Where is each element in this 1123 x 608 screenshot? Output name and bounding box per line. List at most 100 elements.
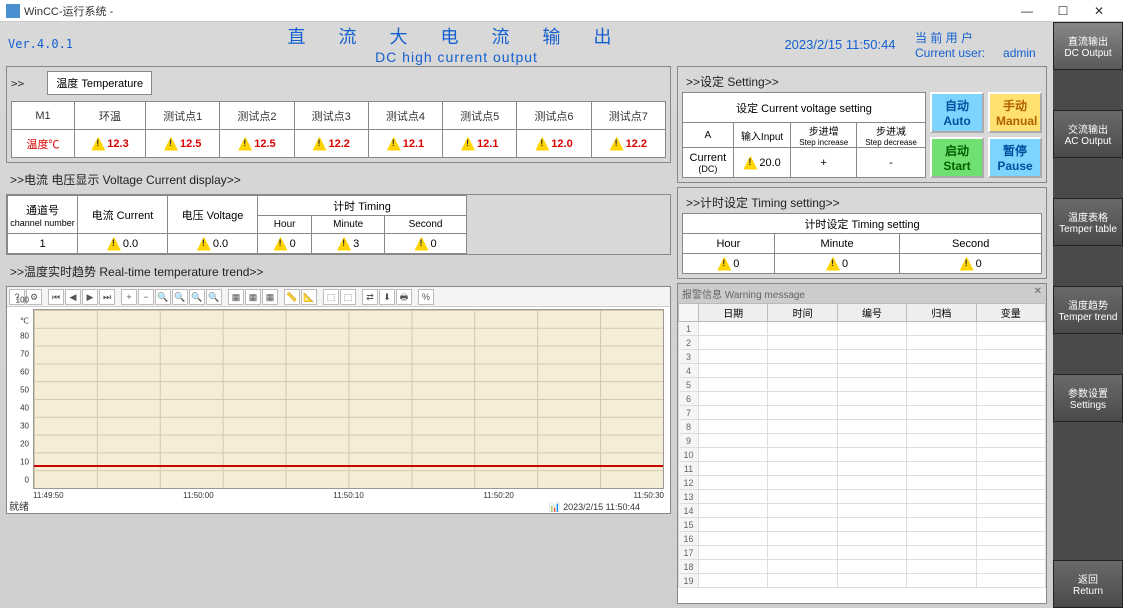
version-label: Ver.4.0.1 (8, 37, 148, 51)
percent-icon[interactable]: % (418, 289, 434, 305)
table-row[interactable]: 16 (679, 532, 1046, 546)
temp-value: 12.2 (294, 130, 368, 158)
temperature-panel: >> 温度 Temperature M1环温测试点1测试点2测试点3测试点4测试… (6, 66, 671, 163)
table-row[interactable]: 1 (679, 322, 1046, 336)
table-row[interactable]: 15 (679, 518, 1046, 532)
current-input[interactable]: 20.0 (733, 148, 791, 178)
warning-icon (387, 137, 401, 151)
zoom-icon[interactable]: 🔍 (172, 289, 188, 305)
warning-icon (274, 237, 288, 251)
config-icon[interactable]: ⬚ (323, 289, 339, 305)
table-row[interactable]: 11 (679, 462, 1046, 476)
warning-panel: 报警信息 Warning message✕ 日期时间编号归档变量 1234567… (677, 283, 1047, 604)
sidebar-item-ac-output[interactable]: 交流输出AC Output (1053, 110, 1123, 158)
table-row[interactable]: 10 (679, 448, 1046, 462)
grid-icon[interactable]: ▦ (228, 289, 244, 305)
setting-table: 设定 Current voltage setting A 输入Input 步进增… (682, 92, 926, 178)
sidebar-item-settings[interactable]: 参数设置Settings (1053, 374, 1123, 422)
next-icon[interactable]: ▶ (82, 289, 98, 305)
warning-table: 日期时间编号归档变量 12345678910111213141516171819 (678, 303, 1046, 588)
warning-icon (337, 237, 351, 251)
table-row[interactable]: 13 (679, 490, 1046, 504)
app-icon (6, 4, 20, 18)
sidebar-item-return[interactable]: 返回Return (1053, 560, 1123, 608)
table-row[interactable]: 17 (679, 546, 1046, 560)
prev-icon[interactable]: ◀ (65, 289, 81, 305)
step-increase-button[interactable]: + (791, 148, 857, 178)
temp-value: 12.0 (517, 130, 591, 158)
current-value: 0.0 (78, 234, 168, 254)
last-icon[interactable]: ⏭ (99, 289, 115, 305)
zoomout-icon[interactable]: − (138, 289, 154, 305)
table-row[interactable]: 9 (679, 434, 1046, 448)
maximize-button[interactable]: ☐ (1045, 1, 1081, 21)
table-row[interactable]: 19 (679, 574, 1046, 588)
first-icon[interactable]: ⏮ (48, 289, 64, 305)
manual-button[interactable]: 手动Manual (988, 92, 1042, 133)
warning-icon (960, 257, 974, 271)
voltage-value: 0.0 (168, 234, 258, 254)
grid-icon[interactable]: ▦ (262, 289, 278, 305)
temperature-table: M1环温测试点1测试点2测试点3测试点4测试点5测试点6测试点7 温度℃12.3… (11, 101, 666, 158)
warning-icon (313, 137, 327, 151)
table-row[interactable]: 14 (679, 504, 1046, 518)
temp-value: 12.3 (74, 130, 145, 158)
sidebar-item-temper-trend[interactable]: 温度趋势Temper trend (1053, 286, 1123, 334)
timing-panel: >>计时设定 Timing setting>> 计时设定 Timing sett… (677, 187, 1047, 279)
link-icon[interactable]: ⇄ (362, 289, 378, 305)
config-icon[interactable]: ⬚ (340, 289, 356, 305)
table-row[interactable]: 2 (679, 336, 1046, 350)
channel-value: 1 (8, 234, 78, 254)
table-row[interactable]: 5 (679, 378, 1046, 392)
minimize-button[interactable]: — (1009, 1, 1045, 21)
table-row[interactable]: 18 (679, 560, 1046, 574)
timing-minute[interactable]: 0 (774, 254, 900, 274)
table-row[interactable]: 3 (679, 350, 1046, 364)
step-decrease-button[interactable]: - (857, 148, 926, 178)
table-row[interactable]: 6 (679, 392, 1046, 406)
sidebar-item-dc-output[interactable]: 直流输出DC Output (1053, 22, 1123, 70)
zoom-icon[interactable]: 🔍 (206, 289, 222, 305)
grid-icon[interactable]: ▦ (245, 289, 261, 305)
zoom-icon[interactable]: 🔍 (155, 289, 171, 305)
warning-icon (826, 257, 840, 271)
tab-temperature[interactable]: 温度 Temperature (47, 71, 152, 95)
chart-toolbar: ? ⚙ ⏮ ◀ ▶ ⏭ + − 🔍 🔍 🔍 🔍 ▦ ▦ (7, 287, 670, 307)
trend-title: >>温度实时趋势 Real-time temperature trend>> (6, 259, 671, 282)
table-row[interactable]: 8 (679, 420, 1046, 434)
timing-second[interactable]: 0 (900, 254, 1042, 274)
timing-hour[interactable]: 0 (683, 254, 775, 274)
titlebar: WinCC-运行系统 - — ☐ ✕ (0, 0, 1123, 22)
table-row[interactable]: 7 (679, 406, 1046, 420)
table-row[interactable]: 4 (679, 364, 1046, 378)
warning-icon (743, 156, 757, 170)
setting-panel: >>设定 Setting>> 设定 Current voltage settin… (677, 66, 1047, 183)
warning-icon (107, 237, 121, 251)
voltage-current-table: 通道号channel number 电流 Current 电压 Voltage … (7, 195, 467, 254)
table-row[interactable]: 12 (679, 476, 1046, 490)
temp-row-label: 温度℃ (12, 130, 75, 158)
auto-button[interactable]: 自动Auto (930, 92, 984, 133)
close-button[interactable]: ✕ (1081, 1, 1117, 21)
print-icon[interactable]: 🖶 (396, 289, 412, 305)
sidebar-item-temper-table[interactable]: 温度表格Temper table (1053, 198, 1123, 246)
warning-icon (197, 237, 211, 251)
page-title: 直 流 大 电 流 输 出 DC high current output (148, 23, 765, 65)
vc-title: >>电流 电压显示 Voltage Current display>> (6, 167, 671, 190)
chart-timestamp: 📊 2023/2/15 11:50:44 (549, 502, 640, 513)
ruler-icon[interactable]: 📏 (284, 289, 300, 305)
header: Ver.4.0.1 直 流 大 电 流 输 出 DC high current … (0, 22, 1053, 66)
current-user: 当 前 用 户 Current user:admin (915, 29, 1045, 60)
chart-area[interactable] (33, 309, 664, 489)
window-title: WinCC-运行系统 - (24, 3, 1009, 19)
ruler-icon[interactable]: 📐 (301, 289, 317, 305)
warning-close-icon[interactable]: ✕ (1034, 286, 1042, 301)
pause-button[interactable]: 暂停Pause (988, 137, 1042, 178)
warning-icon (461, 137, 475, 151)
zoomin-icon[interactable]: + (121, 289, 137, 305)
export-icon[interactable]: ⬇ (379, 289, 395, 305)
timing-table: 计时设定 Timing setting HourMinuteSecond 0 0… (682, 213, 1042, 274)
temp-value: 12.1 (443, 130, 517, 158)
zoom-icon[interactable]: 🔍 (189, 289, 205, 305)
start-button[interactable]: 启动Start (930, 137, 984, 178)
